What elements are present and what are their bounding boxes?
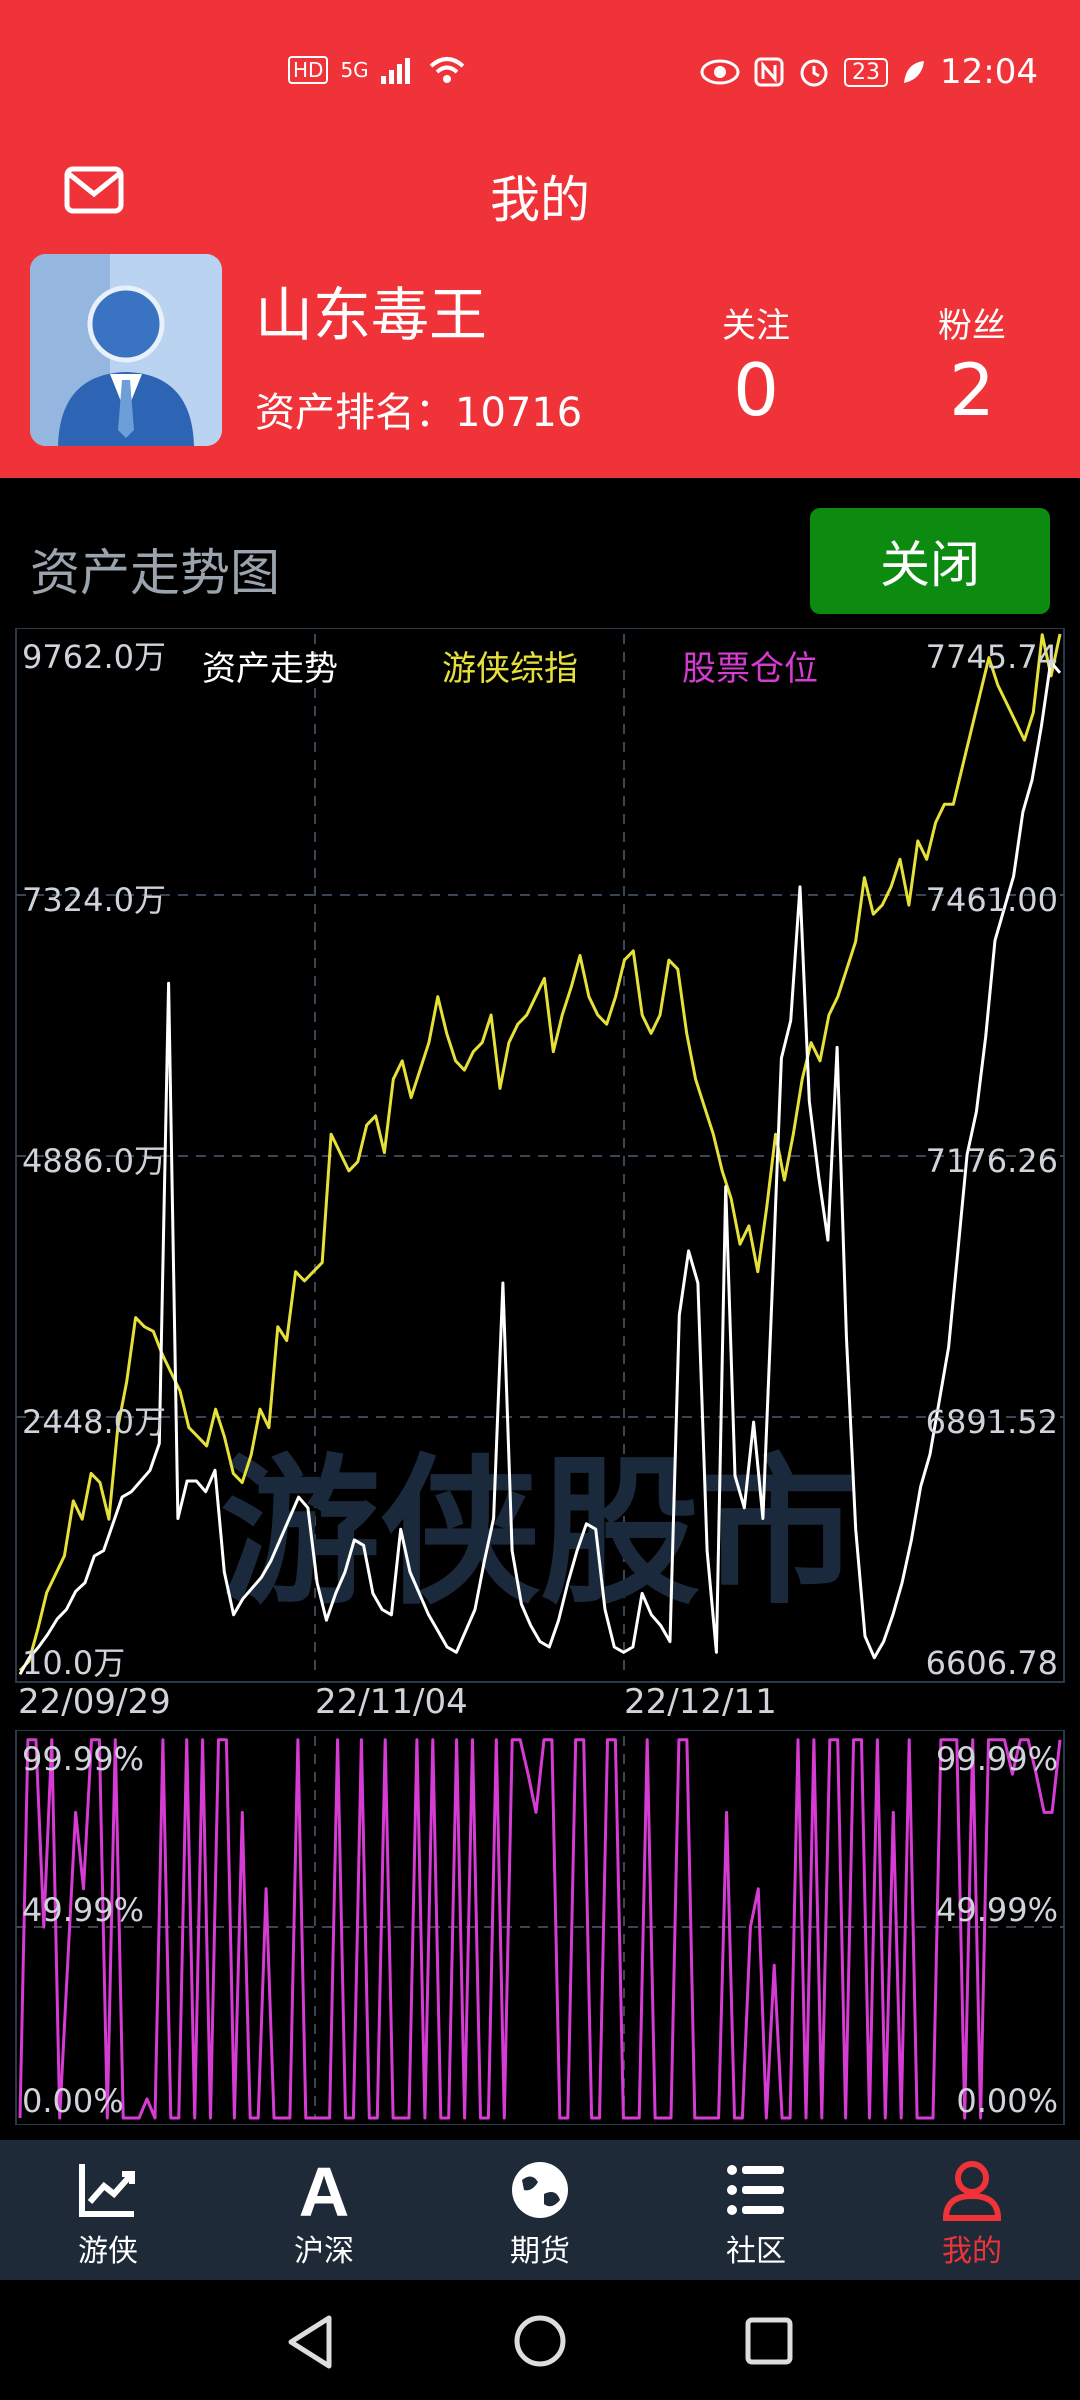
svg-text:A: A <box>299 2158 350 2222</box>
right-tick-label: 6891.52 <box>926 1403 1058 1441</box>
x-axis-label: 22/11/04 <box>315 1682 468 1722</box>
user-avatar-icon <box>30 254 222 446</box>
left-tick-label: 2448.0万 <box>22 1403 166 1441</box>
follow-count: 0 <box>733 348 779 432</box>
asset-trend-chart: 游侠股市 9762.0万 7745.747324.0万 7461.004886.0万… <box>15 628 1065 1722</box>
tab-qihuo[interactable]: 期货 <box>480 2158 600 2270</box>
user-icon <box>942 2161 1002 2221</box>
left-tick-label: 10.0万 <box>22 1644 125 1682</box>
position-tick-label: 0.00% <box>956 2082 1058 2120</box>
leaf-icon <box>904 61 925 83</box>
follow-label: 关注 <box>722 306 790 346</box>
rank-value: 10716 <box>455 390 583 436</box>
hd-indicator: HD <box>288 56 329 84</box>
position-tick-label: 49.99% <box>936 1891 1058 1929</box>
wifi-icon <box>429 57 465 83</box>
x-axis-label: 22/09/29 <box>18 1682 171 1722</box>
status-right: 23 12:04 <box>700 52 1038 92</box>
right-tick-label: 7461.00 <box>926 881 1058 919</box>
right-tick-label: 7176.26 <box>926 1142 1058 1180</box>
position-chart: 99.99% 99.99% 49.99% 49.99% 0.00% 0.00% <box>15 1730 1065 2125</box>
avatar[interactable] <box>30 254 222 446</box>
home-icon[interactable] <box>513 2314 567 2368</box>
asset-chart-section: 资产走势图 关闭 <box>0 478 1080 628</box>
legend-label: 资产走势 <box>202 649 338 689</box>
network-indicators: HD 5G <box>288 56 465 84</box>
profile-header: 我的 山东毒王 资产排名：10716 关注 0 粉丝 2 <box>0 118 1080 478</box>
globe-icon <box>512 2162 568 2218</box>
legend-label: 游侠综指 <box>442 649 578 689</box>
fans-label: 粉丝 <box>938 306 1006 346</box>
tab-youxia[interactable]: 游侠 <box>48 2158 168 2270</box>
section-title: 资产走势图 <box>30 544 280 602</box>
x-axis-label: 22/12/11 <box>624 1682 777 1722</box>
legend-label: 股票仓位 <box>682 649 818 689</box>
fans-count: 2 <box>949 348 995 432</box>
position-tick-label: 0.00% <box>22 2082 124 2120</box>
position-tick-label: 99.99% <box>22 1740 144 1778</box>
asset-rank: 资产排名：10716 <box>255 380 582 438</box>
tab-label: 社区 <box>726 2234 786 2269</box>
fans-stat[interactable]: 粉丝 2 <box>892 298 1052 433</box>
page-title: 我的 <box>490 171 590 229</box>
left-tick-label: 9762.0万 <box>22 638 166 676</box>
chart-icon <box>79 2164 135 2217</box>
position-series <box>18 1738 1062 2120</box>
position-tick-label: 49.99% <box>22 1891 144 1929</box>
letter-a-icon: A <box>299 2158 350 2222</box>
bottom-tab-bar: 游侠 A 沪深 期货 社区 我的 <box>0 2140 1080 2280</box>
tab-label: 沪深 <box>294 2234 354 2269</box>
follow-stat[interactable]: 关注 0 <box>676 298 836 433</box>
left-tick-label: 7324.0万 <box>22 881 166 919</box>
tab-label: 我的 <box>942 2234 1002 2269</box>
clock: 12:04 <box>940 52 1038 92</box>
series-line <box>18 1738 1062 2120</box>
position-tick-label: 99.99% <box>936 1740 1058 1778</box>
left-tick-label: 4886.0万 <box>22 1142 166 1180</box>
tab-wode[interactable]: 我的 <box>912 2158 1032 2270</box>
tab-label: 游侠 <box>78 2234 138 2269</box>
eye-icon <box>700 59 740 85</box>
nfc-icon <box>754 57 784 87</box>
network-type: 5G <box>340 58 369 82</box>
right-tick-label: 6606.78 <box>926 1644 1058 1682</box>
tab-label: 期货 <box>510 2234 570 2269</box>
alarm-icon <box>800 59 828 87</box>
rank-label: 资产排名： <box>255 390 455 436</box>
tab-shequ[interactable]: 社区 <box>696 2158 816 2270</box>
system-nav-bar <box>0 2280 1080 2400</box>
tab-hushen[interactable]: A 沪深 <box>264 2158 384 2270</box>
recents-icon[interactable] <box>744 2316 794 2366</box>
list-icon <box>727 2165 784 2215</box>
right-tick-label: 7745.74 <box>926 638 1058 676</box>
battery-icon: 23 <box>844 57 889 87</box>
username: 山东毒王 <box>255 281 488 349</box>
close-button[interactable]: 关闭 <box>810 508 1050 614</box>
signal-icon <box>380 58 410 84</box>
back-icon[interactable] <box>285 2314 335 2370</box>
